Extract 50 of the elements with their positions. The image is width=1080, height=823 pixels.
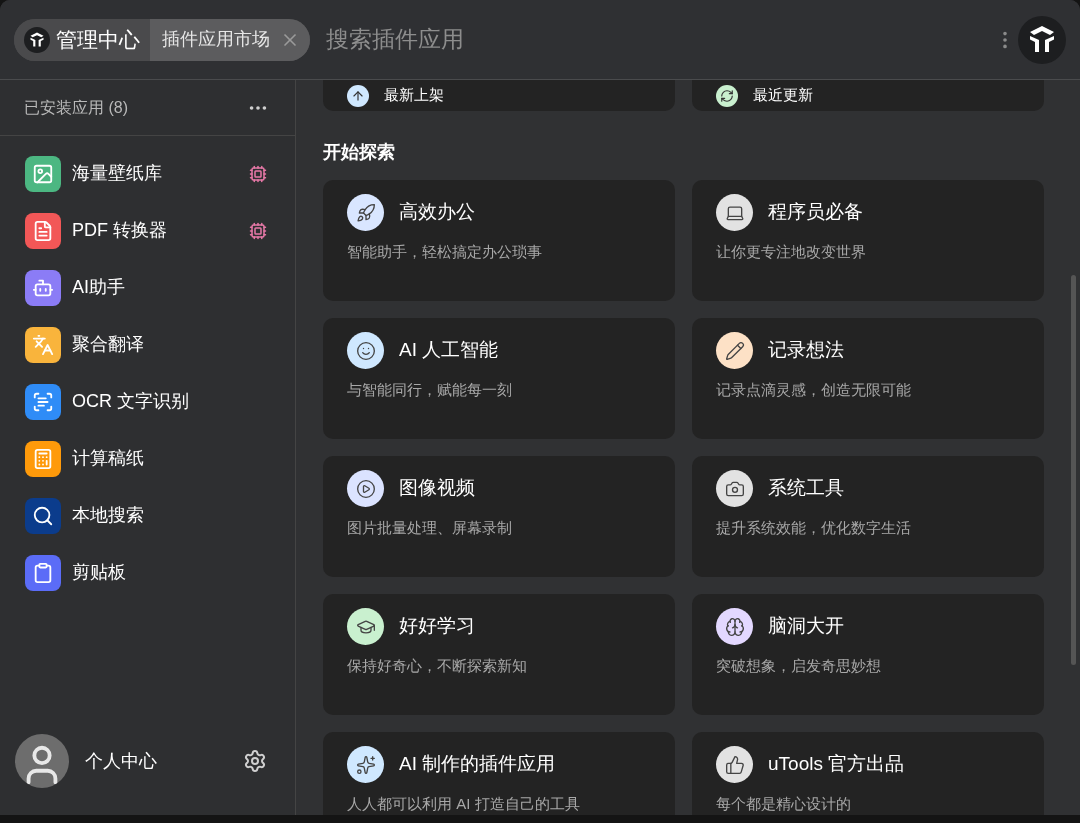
- card-subtitle: 记录点滴灵感，创造无限可能: [716, 380, 912, 400]
- scrollbar[interactable]: [1070, 275, 1076, 665]
- card-subtitle: 保持好奇心，不断探索新知: [347, 656, 528, 676]
- app-item[interactable]: 聚合翻译: [0, 316, 295, 373]
- app-item[interactable]: 海量壁纸库: [0, 145, 295, 202]
- avatar[interactable]: [15, 734, 69, 788]
- category-card[interactable]: 记录想法 记录点滴灵感，创造无限可能: [692, 318, 1044, 439]
- category-card[interactable]: 图像视频 图片批量处理、屏幕录制: [323, 456, 675, 577]
- category-card[interactable]: 最新上架: [323, 80, 675, 111]
- card-title: 好好学习: [399, 614, 475, 639]
- category-card[interactable]: 系统工具 提升系统效能，优化数字生活: [692, 456, 1044, 577]
- card-title: AI 制作的插件应用: [399, 752, 556, 777]
- settings-icon[interactable]: [243, 749, 267, 773]
- search-field[interactable]: 搜索插件应用: [326, 22, 994, 57]
- breadcrumb-item[interactable]: 插件应用市场: [150, 18, 310, 61]
- app-item[interactable]: AI助手: [0, 259, 295, 316]
- sidebar-title: 已安装应用 (8): [24, 97, 128, 118]
- card-subtitle: 每个都是精心设计的: [716, 794, 852, 814]
- card-title: AI 人工智能: [399, 338, 499, 363]
- card-subtitle: 与智能同行，赋能每一刻: [347, 380, 513, 400]
- card-title: 系统工具: [768, 476, 844, 501]
- card-subtitle: 让你更专注地改变世界: [716, 242, 867, 262]
- app-item[interactable]: 计算稿纸: [0, 430, 295, 487]
- app-item[interactable]: 剪贴板: [0, 544, 295, 601]
- user-label[interactable]: 个人中心: [85, 747, 243, 775]
- category-card[interactable]: AI 人工智能 与智能同行，赋能每一刻: [323, 318, 675, 439]
- logo-icon: [24, 26, 50, 53]
- category-card[interactable]: 最近更新: [692, 80, 1044, 111]
- card-subtitle: 突破想象，启发奇思妙想: [716, 656, 882, 676]
- logo-icon: [1018, 15, 1066, 64]
- card-title: 脑洞大开: [768, 614, 844, 639]
- category-card[interactable]: AI 制作的插件应用 人人都可以利用 AI 打造自己的工具: [323, 732, 675, 815]
- card-title: uTools 官方出品: [768, 752, 905, 777]
- card-subtitle: 提升系统效能，优化数字生活: [716, 518, 912, 538]
- category-card[interactable]: uTools 官方出品 每个都是精心设计的: [692, 732, 1044, 815]
- category-card[interactable]: 高效办公 智能助手，轻松搞定办公琐事: [323, 180, 675, 301]
- card-subtitle: 智能助手，轻松搞定办公琐事: [347, 242, 543, 262]
- card-title: 记录想法: [768, 338, 844, 363]
- app-item[interactable]: OCR 文字识别: [0, 373, 295, 430]
- card-title: 高效办公: [399, 200, 475, 225]
- section-title: 开始探索: [323, 141, 396, 164]
- category-card[interactable]: 脑洞大开 突破想象，启发奇思妙想: [692, 594, 1044, 715]
- category-card[interactable]: 好好学习 保持好奇心，不断探索新知: [323, 594, 675, 715]
- app-item[interactable]: 本地搜索: [0, 487, 295, 544]
- category-card[interactable]: 程序员必备 让你更专注地改变世界: [692, 180, 1044, 301]
- card-title: 图像视频: [399, 476, 475, 501]
- app-item[interactable]: PDF 转换器: [0, 202, 295, 259]
- card-subtitle: 人人都可以利用 AI 打造自己的工具: [347, 794, 581, 814]
- card-subtitle: 图片批量处理、屏幕录制: [347, 518, 513, 538]
- card-title: 程序员必备: [768, 200, 863, 225]
